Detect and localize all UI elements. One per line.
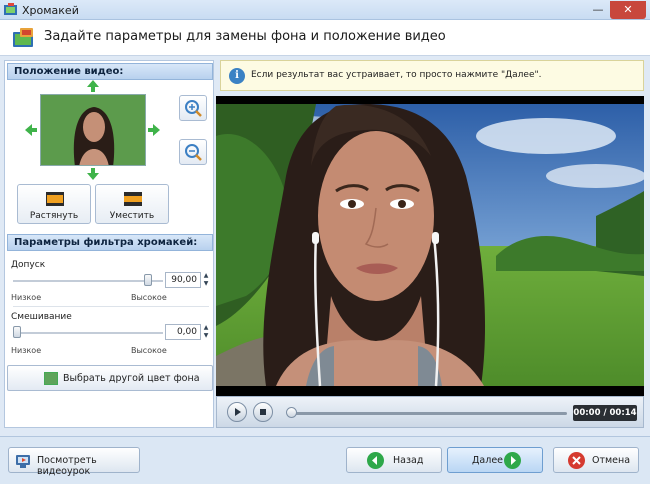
cancel-button[interactable]: Отмена <box>553 447 639 473</box>
blending-input[interactable]: 0,00 <box>165 324 201 340</box>
blending-max-label: Высокое <box>131 346 167 355</box>
play-icon <box>235 408 241 416</box>
zoom-in-icon <box>185 100 202 117</box>
watch-tutorial-button[interactable]: Посмотреть видеоурок <box>8 447 140 477</box>
stretch-label: Растянуть <box>29 211 79 221</box>
back-icon <box>367 452 384 469</box>
stop-button[interactable] <box>253 402 273 422</box>
player-controls: 00:00 / 00:14 <box>216 396 644 428</box>
tutorial-label: Посмотреть видеоурок <box>37 455 97 477</box>
tutorial-icon <box>16 455 30 468</box>
arrow-right-icon[interactable] <box>148 124 160 136</box>
arrow-down-icon[interactable] <box>87 168 99 180</box>
blending-spinner[interactable]: ▲ ▼ <box>202 324 210 340</box>
fit-label: Уместить <box>109 211 155 221</box>
cancel-label: Отмена <box>592 455 631 466</box>
tolerance-input[interactable]: 90,00 <box>165 272 201 288</box>
title-bar: Хромакей — ✕ <box>0 0 650 20</box>
zoom-out-button[interactable] <box>179 139 207 165</box>
zoom-out-icon <box>185 144 202 161</box>
info-icon: i <box>229 68 245 84</box>
zoom-in-button[interactable] <box>179 95 207 121</box>
tolerance-label: Допуск <box>11 260 46 270</box>
tolerance-slider[interactable] <box>13 280 163 282</box>
window-title: Хромакей <box>22 4 79 17</box>
fit-icon <box>124 192 142 206</box>
next-button[interactable]: Далее <box>447 447 543 473</box>
blending-label: Смешивание <box>11 312 72 322</box>
stretch-button[interactable]: Растянуть <box>17 184 91 224</box>
page-title: Задайте параметры для замены фона и поло… <box>44 29 446 44</box>
key-color-swatch <box>44 372 58 385</box>
app-icon <box>4 3 17 15</box>
filter-heading: Параметры фильтра хромакей: <box>7 234 213 251</box>
cancel-icon <box>568 452 585 469</box>
video-frame <box>216 96 644 396</box>
tolerance-max-label: Высокое <box>131 293 167 302</box>
footer-bar: Посмотреть видеоурок Назад Далее Отмена <box>0 436 650 484</box>
settings-panel: Положение видео: Растянуть Уместить Пара… <box>4 60 214 428</box>
close-button[interactable]: ✕ <box>610 1 646 19</box>
position-heading: Положение видео: <box>7 63 213 80</box>
fit-button[interactable]: Уместить <box>95 184 169 224</box>
info-text: Если результат вас устраивает, то просто… <box>251 70 542 80</box>
stretch-icon <box>46 192 64 206</box>
blending-min-label: Низкое <box>11 346 42 355</box>
next-label: Далее <box>472 455 504 466</box>
minimize-button[interactable]: — <box>588 1 608 19</box>
time-display: 00:00 / 00:14 <box>573 405 637 421</box>
page-header: Задайте параметры для замены фона и поло… <box>0 20 650 56</box>
tolerance-slider-thumb[interactable] <box>144 274 152 286</box>
blending-slider-thumb[interactable] <box>13 326 21 338</box>
info-bar: i Если результат вас устраивает, то прос… <box>220 60 644 91</box>
arrow-up-icon[interactable] <box>87 80 99 92</box>
divider <box>13 306 209 307</box>
arrow-left-icon[interactable] <box>25 124 37 136</box>
choose-background-color-button[interactable]: Выбрать другой цвет фона <box>7 365 213 391</box>
back-button[interactable]: Назад <box>346 447 442 473</box>
video-preview[interactable] <box>216 96 644 396</box>
blending-slider[interactable] <box>13 332 163 334</box>
tolerance-spinner[interactable]: ▲ ▼ <box>202 272 210 288</box>
stop-icon <box>260 409 266 415</box>
choose-color-label: Выбрать другой цвет фона <box>63 373 200 384</box>
video-position-preview[interactable] <box>40 94 146 166</box>
play-button[interactable] <box>227 402 247 422</box>
seek-bar[interactable] <box>291 412 567 415</box>
tolerance-min-label: Низкое <box>11 293 42 302</box>
chromakey-icon <box>13 28 33 47</box>
seek-thumb[interactable] <box>286 407 297 418</box>
next-icon <box>504 452 521 469</box>
back-label: Назад <box>393 455 424 466</box>
